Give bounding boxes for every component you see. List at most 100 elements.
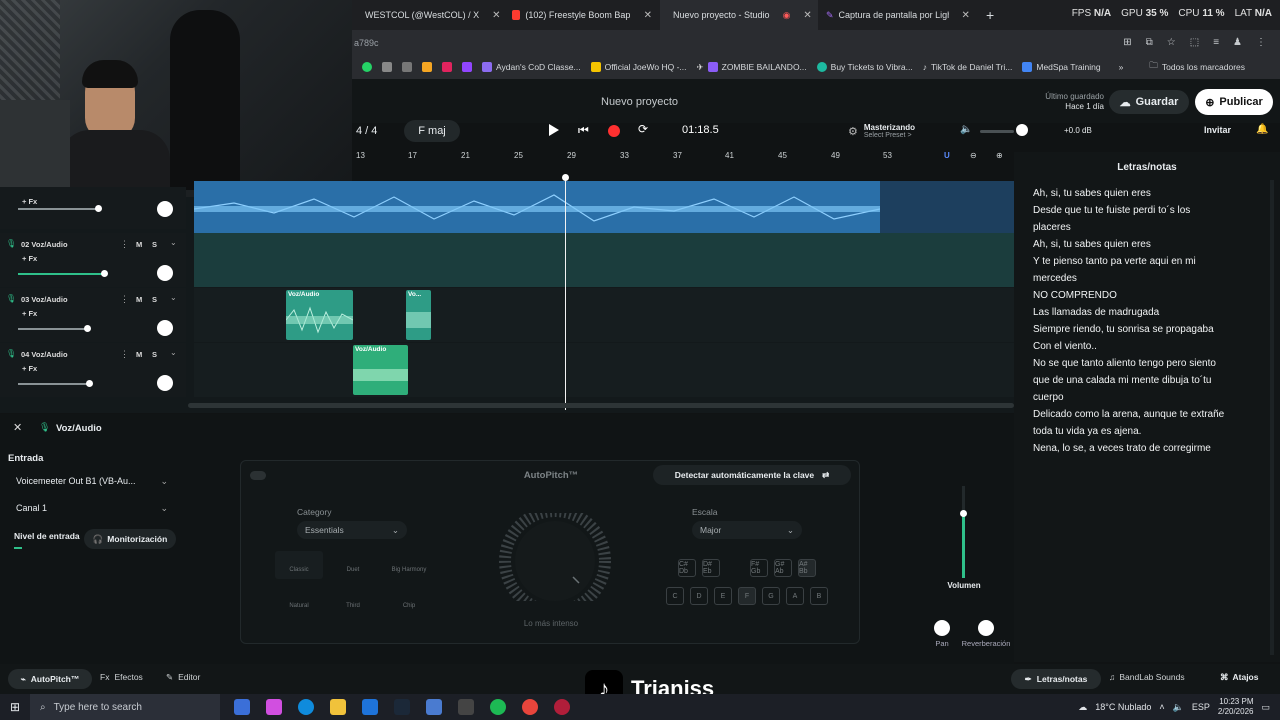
windows-start-icon[interactable]: ⊞ — [0, 700, 30, 714]
copilot-icon[interactable] — [266, 699, 282, 715]
key-a[interactable]: A — [786, 587, 804, 605]
all-bookmarks[interactable]: 🗀 Todos los marcadores — [1149, 60, 1245, 74]
bookmark-item[interactable]: ✈ ZOMBIE BAILANDO... — [697, 62, 807, 73]
volume-handle[interactable] — [95, 205, 102, 212]
audio-clip[interactable]: Vo... — [406, 290, 431, 340]
mute-button[interactable]: M — [136, 295, 142, 304]
audio-clip[interactable]: Voz/Audio — [353, 345, 408, 395]
extensions-icon[interactable]: ⬚ — [1190, 37, 1199, 48]
file-explorer-icon[interactable] — [330, 699, 346, 715]
reverb-knob[interactable] — [978, 620, 994, 636]
solo-button[interactable]: S — [152, 350, 157, 359]
pitch-amount-knob[interactable] — [499, 513, 611, 601]
drag-handle-icon[interactable]: ⋮ — [120, 239, 129, 250]
key-d[interactable]: D — [690, 587, 708, 605]
zoom-in-icon[interactable]: ⊕ — [996, 151, 1003, 160]
volume-slider[interactable] — [18, 328, 88, 330]
menu-kebab-icon[interactable]: ⋮ — [1256, 37, 1266, 48]
bookmark-item[interactable]: MedSpa Training — [1022, 62, 1101, 72]
notifications-icon[interactable]: ▭ — [1261, 702, 1270, 713]
monitoring-button[interactable]: 🎧 Monitorización — [84, 529, 176, 549]
volume-handle[interactable] — [86, 380, 93, 387]
category-select[interactable]: Essentials ⌄ — [297, 521, 407, 539]
project-title[interactable]: Nuevo proyecto — [601, 96, 678, 108]
key-a-sharp[interactable]: A# Bb — [798, 559, 816, 577]
channel-select[interactable]: Canal 1 ⌄ — [8, 499, 176, 517]
detect-key-button[interactable]: Detectar automáticamente la clave ⇄ — [653, 465, 851, 485]
volume-handle[interactable] — [101, 270, 108, 277]
address-bar[interactable]: a789c ⊞ ⧉ ☆ ⬚ ≡ ♟ ⋮ — [352, 30, 1280, 55]
pan-knob[interactable] — [157, 320, 173, 336]
bookmark-item[interactable]: ♪ TikTok de Daniel Tri... — [923, 62, 1013, 72]
pan-knob[interactable] — [157, 375, 173, 391]
store-icon[interactable] — [426, 699, 442, 715]
zoom-out-icon[interactable]: ⊖ — [970, 151, 977, 160]
master-volume-slider[interactable] — [980, 130, 1014, 133]
url-text[interactable]: a789c — [354, 38, 379, 48]
taskbar-search[interactable]: ⌕ Type here to search — [30, 694, 220, 720]
opera-icon[interactable] — [554, 699, 570, 715]
invite-button[interactable]: Invitar — [1204, 125, 1231, 135]
fx-button[interactable]: + Fx — [22, 197, 37, 206]
horizontal-scrollbar[interactable] — [188, 403, 1014, 408]
preset-chip[interactable]: Chip — [383, 587, 435, 615]
playhead-handle[interactable] — [562, 174, 569, 181]
track-name[interactable]: 04 Voz/Audio — [21, 350, 68, 359]
pan-knob[interactable] — [157, 265, 173, 281]
key-f[interactable]: F — [738, 587, 756, 605]
track-header[interactable]: 🎙 04 Voz/Audio ⋮ M S ⌄ + Fx — [0, 343, 186, 397]
chevron-down-icon[interactable]: ⌄ — [170, 348, 177, 357]
bookmark-icon[interactable] — [382, 62, 392, 72]
fx-button[interactable]: + Fx — [22, 364, 37, 373]
fx-button[interactable]: + Fx — [22, 254, 37, 263]
volume-fader-handle[interactable] — [960, 510, 967, 517]
speaker-icon[interactable]: 🔈 — [960, 124, 972, 135]
track-name[interactable]: 02 Voz/Audio — [21, 240, 68, 249]
publish-button[interactable]: ⊕ Publicar — [1195, 89, 1273, 115]
bookmark-item[interactable]: Aydan's CoD Classe... — [482, 62, 581, 72]
mastering-selector[interactable]: ⚙ Masterizando Select Preset > — [848, 119, 944, 143]
playhead[interactable] — [565, 177, 566, 410]
app-icon[interactable] — [458, 699, 474, 715]
weather-text[interactable]: 18°C Nublado — [1095, 702, 1151, 712]
tab-autopitch[interactable]: ⌁ AutoPitch™ — [8, 669, 92, 689]
chevron-down-icon[interactable]: ⌄ — [170, 238, 177, 247]
chrome-icon[interactable] — [522, 699, 538, 715]
tab-westcol[interactable]: WESTCOL (@WestCOL) / X ✕ — [352, 0, 504, 30]
key-c-sharp[interactable]: C# Db — [678, 559, 696, 577]
media-icon[interactable]: ≡ — [1213, 37, 1219, 48]
loop-icon[interactable]: ⟳ — [638, 122, 648, 136]
speaker-icon[interactable]: 🔈 — [1173, 702, 1184, 713]
save-button[interactable]: ☁ Guardar — [1109, 90, 1189, 114]
bookmark-item[interactable]: Buy Tickets to Vibra... — [816, 62, 913, 72]
track-header[interactable]: 🎙 03 Voz/Audio ⋮ M S ⌄ + Fx — [0, 288, 186, 342]
snap-magnet-icon[interactable]: U — [944, 151, 950, 160]
track-header[interactable]: + Fx — [0, 187, 186, 229]
new-tab-button[interactable]: + — [986, 7, 994, 23]
key-selector[interactable]: F maj — [404, 120, 460, 142]
preset-third[interactable]: Third — [329, 587, 377, 615]
pan-knob[interactable] — [157, 201, 173, 217]
track-header[interactable]: 🎙 02 Voz/Audio ⋮ M S ⌄ + Fx — [0, 233, 186, 287]
preset-natural[interactable]: Natural — [275, 587, 323, 615]
gmail-icon[interactable] — [442, 62, 452, 72]
task-view-icon[interactable] — [234, 699, 250, 715]
solo-button[interactable]: S — [152, 295, 157, 304]
lyrics-scrollbar[interactable] — [1270, 180, 1274, 655]
pan-knob[interactable] — [934, 620, 950, 636]
install-icon[interactable]: ⊞ — [1123, 37, 1131, 48]
mute-button[interactable]: M — [136, 350, 142, 359]
record-button[interactable] — [608, 125, 620, 137]
track-lane[interactable]: Voz/Audio Vo... — [194, 288, 1014, 342]
close-icon[interactable]: ✕ — [13, 421, 22, 434]
close-icon[interactable]: ✕ — [803, 10, 811, 21]
master-volume-knob[interactable] — [1016, 124, 1028, 136]
tab-bandlab[interactable]: Nuevo proyecto - Studio ◉ ✕ — [660, 0, 818, 30]
volume-slider[interactable] — [18, 208, 98, 210]
chevron-down-icon[interactable]: ⌄ — [170, 293, 177, 302]
profile-icon[interactable]: ♟ — [1233, 37, 1242, 48]
key-d-sharp[interactable]: D# Eb — [702, 559, 720, 577]
preset-classic[interactable]: Classic — [275, 551, 323, 579]
cast-icon[interactable]: ⧉ — [1146, 37, 1153, 48]
close-icon[interactable]: ✕ — [644, 10, 652, 21]
